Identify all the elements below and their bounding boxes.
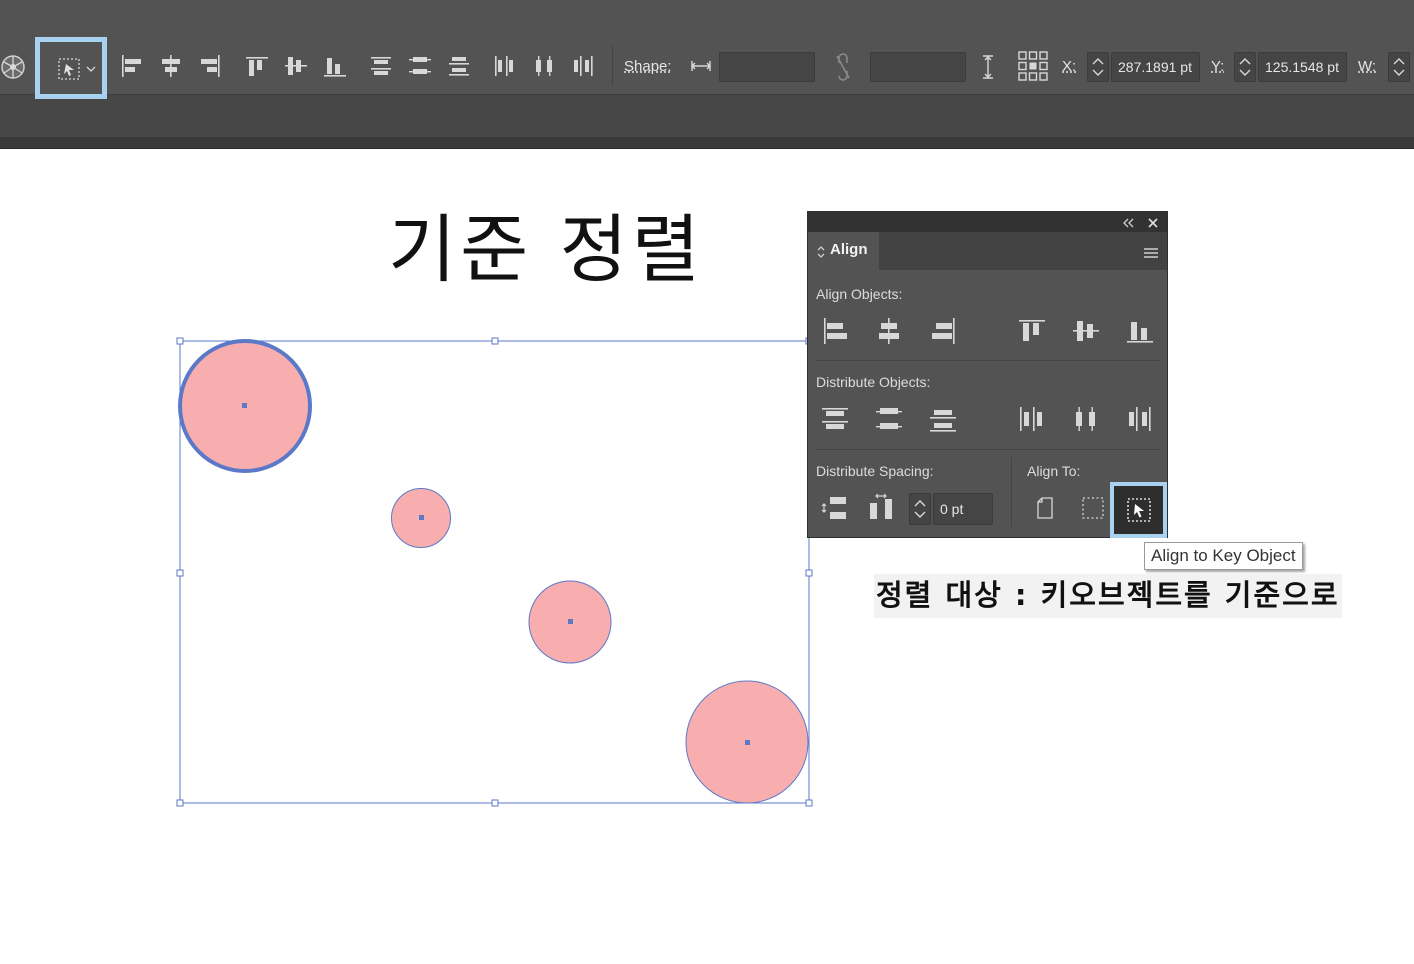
vertical-distribute-center-icon[interactable] [407,52,433,80]
vertical-align-bottom-icon[interactable] [322,52,348,80]
panel-section-divider [1011,457,1012,527]
circle-center-point [419,515,424,520]
y-stepper[interactable] [1234,52,1256,82]
panel-menu-icon[interactable] [1142,245,1160,259]
align-to-key-object-dropdown[interactable] [35,37,107,99]
recolor-artwork-icon[interactable] [0,54,26,80]
panel-divider [816,360,1160,361]
horizontal-align-left-icon[interactable] [820,316,850,346]
handle-middle-left[interactable] [176,569,184,577]
control-bar-lower [0,95,1414,137]
collapse-panel-icon[interactable] [1120,215,1136,229]
distribute-objects-label: Distribute Objects: [816,374,931,390]
vertical-align-top-icon[interactable] [1017,316,1047,346]
tooltip: Align to Key Object [1144,542,1303,570]
panel-title-bar [808,212,1167,232]
vertical-distribute-bottom-icon[interactable] [446,52,472,80]
horizontal-align-left-icon[interactable] [119,52,145,80]
circle-center-point [568,619,573,624]
caption-text: 정렬 대상 : 키오브젝트를 기준으로 [874,574,1342,618]
tab-align[interactable]: Align [808,232,879,271]
handle-bottom-right[interactable] [805,799,813,807]
vertical-align-bottom-icon[interactable] [1125,316,1155,346]
align-to-key-object-icon [1127,498,1151,522]
horizontal-distribute-space-icon[interactable] [866,493,896,523]
spacing-stepper[interactable] [909,493,931,525]
panel-divider [816,449,1160,450]
horizontal-distribute-right-icon[interactable] [1125,404,1155,434]
align-to-artboard-icon[interactable] [1030,493,1060,523]
constrain-proportions-icon[interactable] [829,52,857,82]
control-bar-edge [0,137,1414,149]
reference-point-icon[interactable] [1017,50,1049,82]
horizontal-distribute-left-icon[interactable] [492,52,518,80]
horizontal-distribute-left-icon[interactable] [1017,404,1047,434]
w-label: W: [1358,58,1377,75]
horizontal-distribute-right-icon[interactable] [570,52,596,80]
handle-bottom-center[interactable] [491,799,499,807]
horizontal-distribute-center-icon[interactable] [1071,404,1101,434]
width-arrows-icon [689,56,713,76]
tab-sort-icon [816,244,826,260]
handle-top-left[interactable] [176,337,184,345]
y-label: Y: [1211,58,1225,75]
vertical-distribute-top-icon[interactable] [820,404,850,434]
x-field[interactable]: 287.1891 pt [1111,52,1200,82]
x-label: X: [1062,58,1077,75]
handle-bottom-left[interactable] [176,799,184,807]
close-panel-icon[interactable] [1146,215,1160,229]
width-field[interactable] [719,52,815,82]
y-field[interactable]: 125.1548 pt [1258,52,1347,82]
spacing-field[interactable]: 0 pt [933,493,993,525]
horizontal-align-center-icon[interactable] [874,316,904,346]
horizontal-distribute-center-icon[interactable] [531,52,557,80]
vertical-distribute-top-icon[interactable] [368,52,394,80]
horizontal-align-right-icon[interactable] [197,52,223,80]
circle-center-point [242,403,247,408]
page-heading: 기준 정렬 [388,207,704,293]
align-to-label: Align To: [1027,463,1081,479]
vertical-distribute-bottom-icon[interactable] [928,404,958,434]
height-arrows-icon [978,52,998,82]
w-stepper[interactable] [1388,52,1410,82]
vertical-align-center-icon[interactable] [283,52,309,80]
horizontal-align-center-icon[interactable] [158,52,184,80]
vertical-distribute-space-icon[interactable] [820,493,850,523]
handle-top-center[interactable] [491,337,499,345]
circle-center-point [745,740,750,745]
align-objects-label: Align Objects: [816,286,903,302]
align-to-selection-icon[interactable] [1078,493,1108,523]
vertical-distribute-center-icon[interactable] [874,404,904,434]
vertical-align-center-icon[interactable] [1071,316,1101,346]
distribute-spacing-label: Distribute Spacing: [816,463,934,479]
vertical-align-top-icon[interactable] [244,52,270,80]
align-panel: Align Align Objects: Distribute Objects: [807,211,1168,538]
handle-middle-right[interactable] [805,569,813,577]
height-field[interactable] [870,52,966,82]
tab-align-label: Align [830,241,868,258]
toolbar-divider [612,46,613,86]
shape-label: Shape: [624,58,672,75]
x-stepper[interactable] [1087,52,1109,82]
horizontal-align-right-icon[interactable] [928,316,958,346]
align-to-key-object-button[interactable] [1110,482,1167,538]
